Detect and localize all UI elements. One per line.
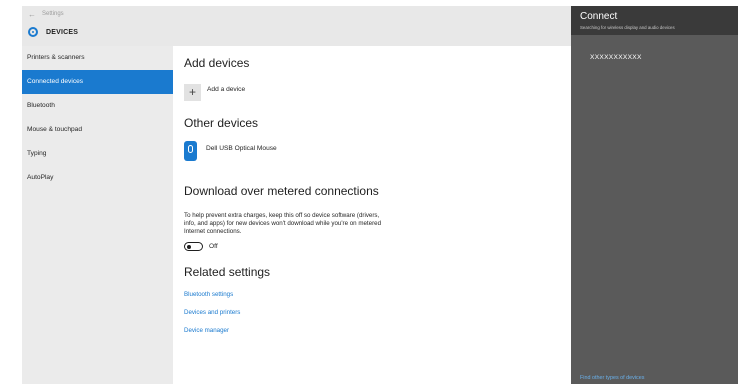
connect-flyout: Connect Searching for wireless display a… — [571, 6, 738, 384]
page-title: DEVICES — [46, 28, 79, 36]
mouse-icon[interactable] — [184, 141, 197, 161]
add-devices-heading: Add devices — [184, 56, 250, 70]
sidebar-item-typing[interactable]: Typing — [22, 142, 173, 166]
back-arrow-icon[interactable]: ← — [28, 10, 36, 19]
screen: ← Settings DEVICES Printers & scanners C… — [0, 0, 738, 390]
sidebar-item-connected-devices[interactable]: Connected devices — [22, 70, 173, 94]
connect-subtitle: Searching for wireless display and audio… — [580, 25, 675, 30]
link-device-manager[interactable]: Device manager — [184, 327, 229, 334]
sidebar-item-printers-scanners[interactable]: Printers & scanners — [22, 46, 173, 70]
add-device-label[interactable]: Add a device — [207, 86, 245, 93]
plus-icon: + — [188, 85, 196, 99]
sidebar: Printers & scanners Connected devices Bl… — [22, 46, 173, 384]
sidebar-item-bluetooth[interactable]: Bluetooth — [22, 94, 173, 118]
metered-toggle[interactable] — [184, 242, 203, 251]
metered-heading: Download over metered connections — [184, 184, 379, 198]
page-title-row: DEVICES — [28, 25, 78, 39]
connect-title: Connect — [580, 11, 618, 22]
device-name[interactable]: Dell USB Optical Mouse — [206, 145, 277, 152]
gear-icon — [28, 27, 38, 37]
toggle-state-label: Off — [209, 243, 218, 250]
find-other-devices-link[interactable]: Find other types of devices — [580, 375, 644, 381]
settings-header: ← Settings DEVICES — [22, 6, 571, 46]
sidebar-item-mouse-touchpad[interactable]: Mouse & touchpad — [22, 118, 173, 142]
back-row[interactable]: ← Settings — [28, 9, 64, 19]
metered-description: To help prevent extra charges, keep this… — [184, 212, 382, 235]
back-label: Settings — [42, 11, 64, 17]
connect-device-item[interactable]: XXXXXXXXXXX — [590, 54, 642, 61]
settings-window: ← Settings DEVICES Printers & scanners C… — [22, 6, 571, 384]
connect-header: Connect Searching for wireless display a… — [571, 6, 738, 35]
bottom-margin — [0, 384, 738, 390]
add-device-button[interactable]: + — [184, 84, 201, 101]
main-content: Add devices + Add a device Other devices… — [173, 46, 571, 384]
related-settings-heading: Related settings — [184, 265, 271, 279]
link-bluetooth-settings[interactable]: Bluetooth settings — [184, 291, 233, 298]
link-devices-and-printers[interactable]: Devices and printers — [184, 309, 240, 316]
sidebar-item-autoplay[interactable]: AutoPlay — [22, 166, 173, 190]
other-devices-heading: Other devices — [184, 116, 259, 130]
